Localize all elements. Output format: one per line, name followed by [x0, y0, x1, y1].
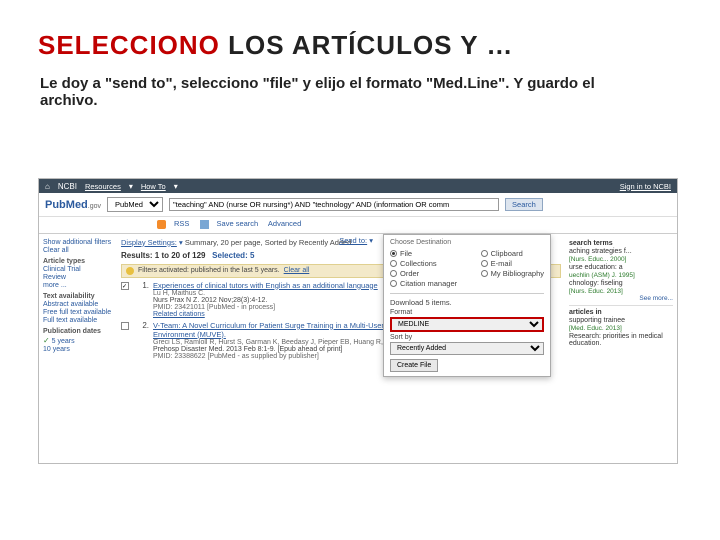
result-number: 1. — [133, 281, 149, 318]
dest-collections-radio[interactable]: Collections — [390, 259, 457, 268]
filter-item[interactable]: 10 years — [43, 346, 113, 353]
filter-heading: Text availability — [43, 293, 113, 300]
title-rest: LOS ARTÍCULOS Y … — [220, 30, 513, 60]
pubmed-screenshot: ⌂ NCBI Resources ▾ How To ▾ Sign in to N… — [38, 178, 678, 464]
radio-icon — [390, 270, 397, 277]
radio-icon — [481, 260, 488, 267]
search-tools: RSS Save search Advanced — [39, 217, 677, 234]
save-icon — [200, 220, 209, 229]
clear-filters-link[interactable]: Clear all — [284, 267, 310, 274]
dest-citation-radio[interactable]: Citation manager — [390, 279, 457, 288]
right-heading: search terms — [569, 240, 673, 247]
check-icon: ✓ — [43, 336, 50, 345]
related-source: [Nurs. Educ. 2013] — [569, 288, 673, 295]
create-file-button[interactable]: Create File — [390, 359, 438, 372]
radio-icon — [390, 260, 397, 267]
chevron-down-icon: ▾ — [179, 238, 183, 247]
filter-heading: Publication dates — [43, 328, 113, 335]
advanced-link[interactable]: Advanced — [268, 219, 301, 228]
filter-item[interactable]: Review — [43, 274, 113, 281]
dest-file-radio[interactable]: File — [390, 249, 457, 258]
display-settings-link[interactable]: Display Settings: ▾ Summary, 20 per page… — [121, 238, 351, 247]
slide-title: SELECCIONO LOS ARTÍCULOS Y … — [0, 0, 720, 61]
info-icon — [126, 267, 134, 275]
search-header: PubMed.gov PubMed Search — [39, 193, 677, 217]
dest-email-radio[interactable]: E-mail — [481, 259, 544, 268]
filter-item-active[interactable]: ✓ 5 years — [43, 336, 113, 345]
sort-label: Sort by — [390, 334, 544, 341]
show-filters-link[interactable]: Show additional filters — [43, 239, 113, 246]
dest-order-radio[interactable]: Order — [390, 269, 457, 278]
radio-icon — [481, 250, 488, 257]
ncbi-topbar: ⌂ NCBI Resources ▾ How To ▾ Sign in to N… — [39, 179, 677, 193]
filter-heading: Article types — [43, 258, 113, 265]
sort-select[interactable]: Recently Added — [390, 342, 544, 355]
search-button[interactable]: Search — [505, 198, 543, 211]
ncbi-logo-icon: ⌂ — [45, 182, 50, 191]
result-number: 2. — [133, 321, 149, 360]
pubmed-logo: PubMed.gov — [45, 199, 101, 211]
related-item[interactable]: aching strategies f... — [569, 248, 673, 255]
database-select[interactable]: PubMed — [107, 197, 163, 212]
related-source: [Nurs. Educ... 2000] — [569, 256, 673, 263]
related-item[interactable]: supporting trainee — [569, 317, 673, 324]
right-sidebar: search terms aching strategies f... [Nur… — [565, 234, 677, 367]
ncbi-label: NCBI — [58, 182, 77, 191]
title-accent: SELECCIONO — [38, 30, 220, 60]
related-item[interactable]: Research: priorities in medical educatio… — [569, 333, 673, 347]
popup-heading: Choose Destination — [390, 239, 544, 246]
radio-icon — [390, 250, 397, 257]
format-label: Format — [390, 309, 544, 316]
right-heading: articles in — [569, 309, 673, 316]
dest-bibliography-radio[interactable]: My Bibliography — [481, 269, 544, 278]
signin-link[interactable]: Sign in to NCBI — [620, 182, 671, 191]
related-source: uechlin (ASM) J. 1995] — [569, 272, 673, 279]
filter-sidebar: Show additional filters Clear all Articl… — [39, 234, 117, 367]
filter-item[interactable]: Abstract available — [43, 301, 113, 308]
format-select[interactable]: MEDLINE — [390, 317, 544, 332]
howto-link[interactable]: How To — [141, 182, 166, 191]
related-source: [Med. Educ. 2013] — [569, 325, 673, 332]
dest-clipboard-radio[interactable]: Clipboard — [481, 249, 544, 258]
send-to-link[interactable]: Send to: ▾ — [339, 236, 373, 245]
filter-item[interactable]: Free full text available — [43, 309, 113, 316]
resources-link[interactable]: Resources — [85, 182, 121, 191]
send-to-popup: Choose Destination File Collections Orde… — [383, 234, 551, 377]
filter-item[interactable]: more ... — [43, 282, 113, 289]
related-item[interactable]: chnology: fiseling — [569, 280, 673, 287]
save-search-link[interactable]: Save search — [217, 219, 259, 228]
rss-link[interactable]: RSS — [174, 219, 189, 228]
rss-icon — [157, 220, 166, 229]
slide-body-text: Le doy a "send to", selecciono "file" y … — [0, 61, 650, 109]
see-more-link[interactable]: See more... — [569, 295, 673, 302]
related-item[interactable]: urse education: a — [569, 264, 673, 271]
chevron-down-icon: ▾ — [129, 182, 133, 191]
results-area: Display Settings: ▾ Summary, 20 per page… — [117, 234, 565, 367]
download-count: Download 5 items. — [390, 298, 544, 307]
filter-item[interactable]: Full text available — [43, 317, 113, 324]
radio-icon — [390, 280, 397, 287]
chevron-down-icon: ▾ — [369, 236, 373, 245]
search-input[interactable] — [169, 198, 499, 211]
radio-icon — [481, 270, 488, 277]
filter-item[interactable]: Clinical Trial — [43, 266, 113, 273]
clear-all-link[interactable]: Clear all — [43, 247, 113, 254]
chevron-down-icon: ▾ — [174, 182, 178, 191]
result-checkbox[interactable] — [121, 322, 129, 330]
result-checkbox[interactable] — [121, 282, 129, 290]
